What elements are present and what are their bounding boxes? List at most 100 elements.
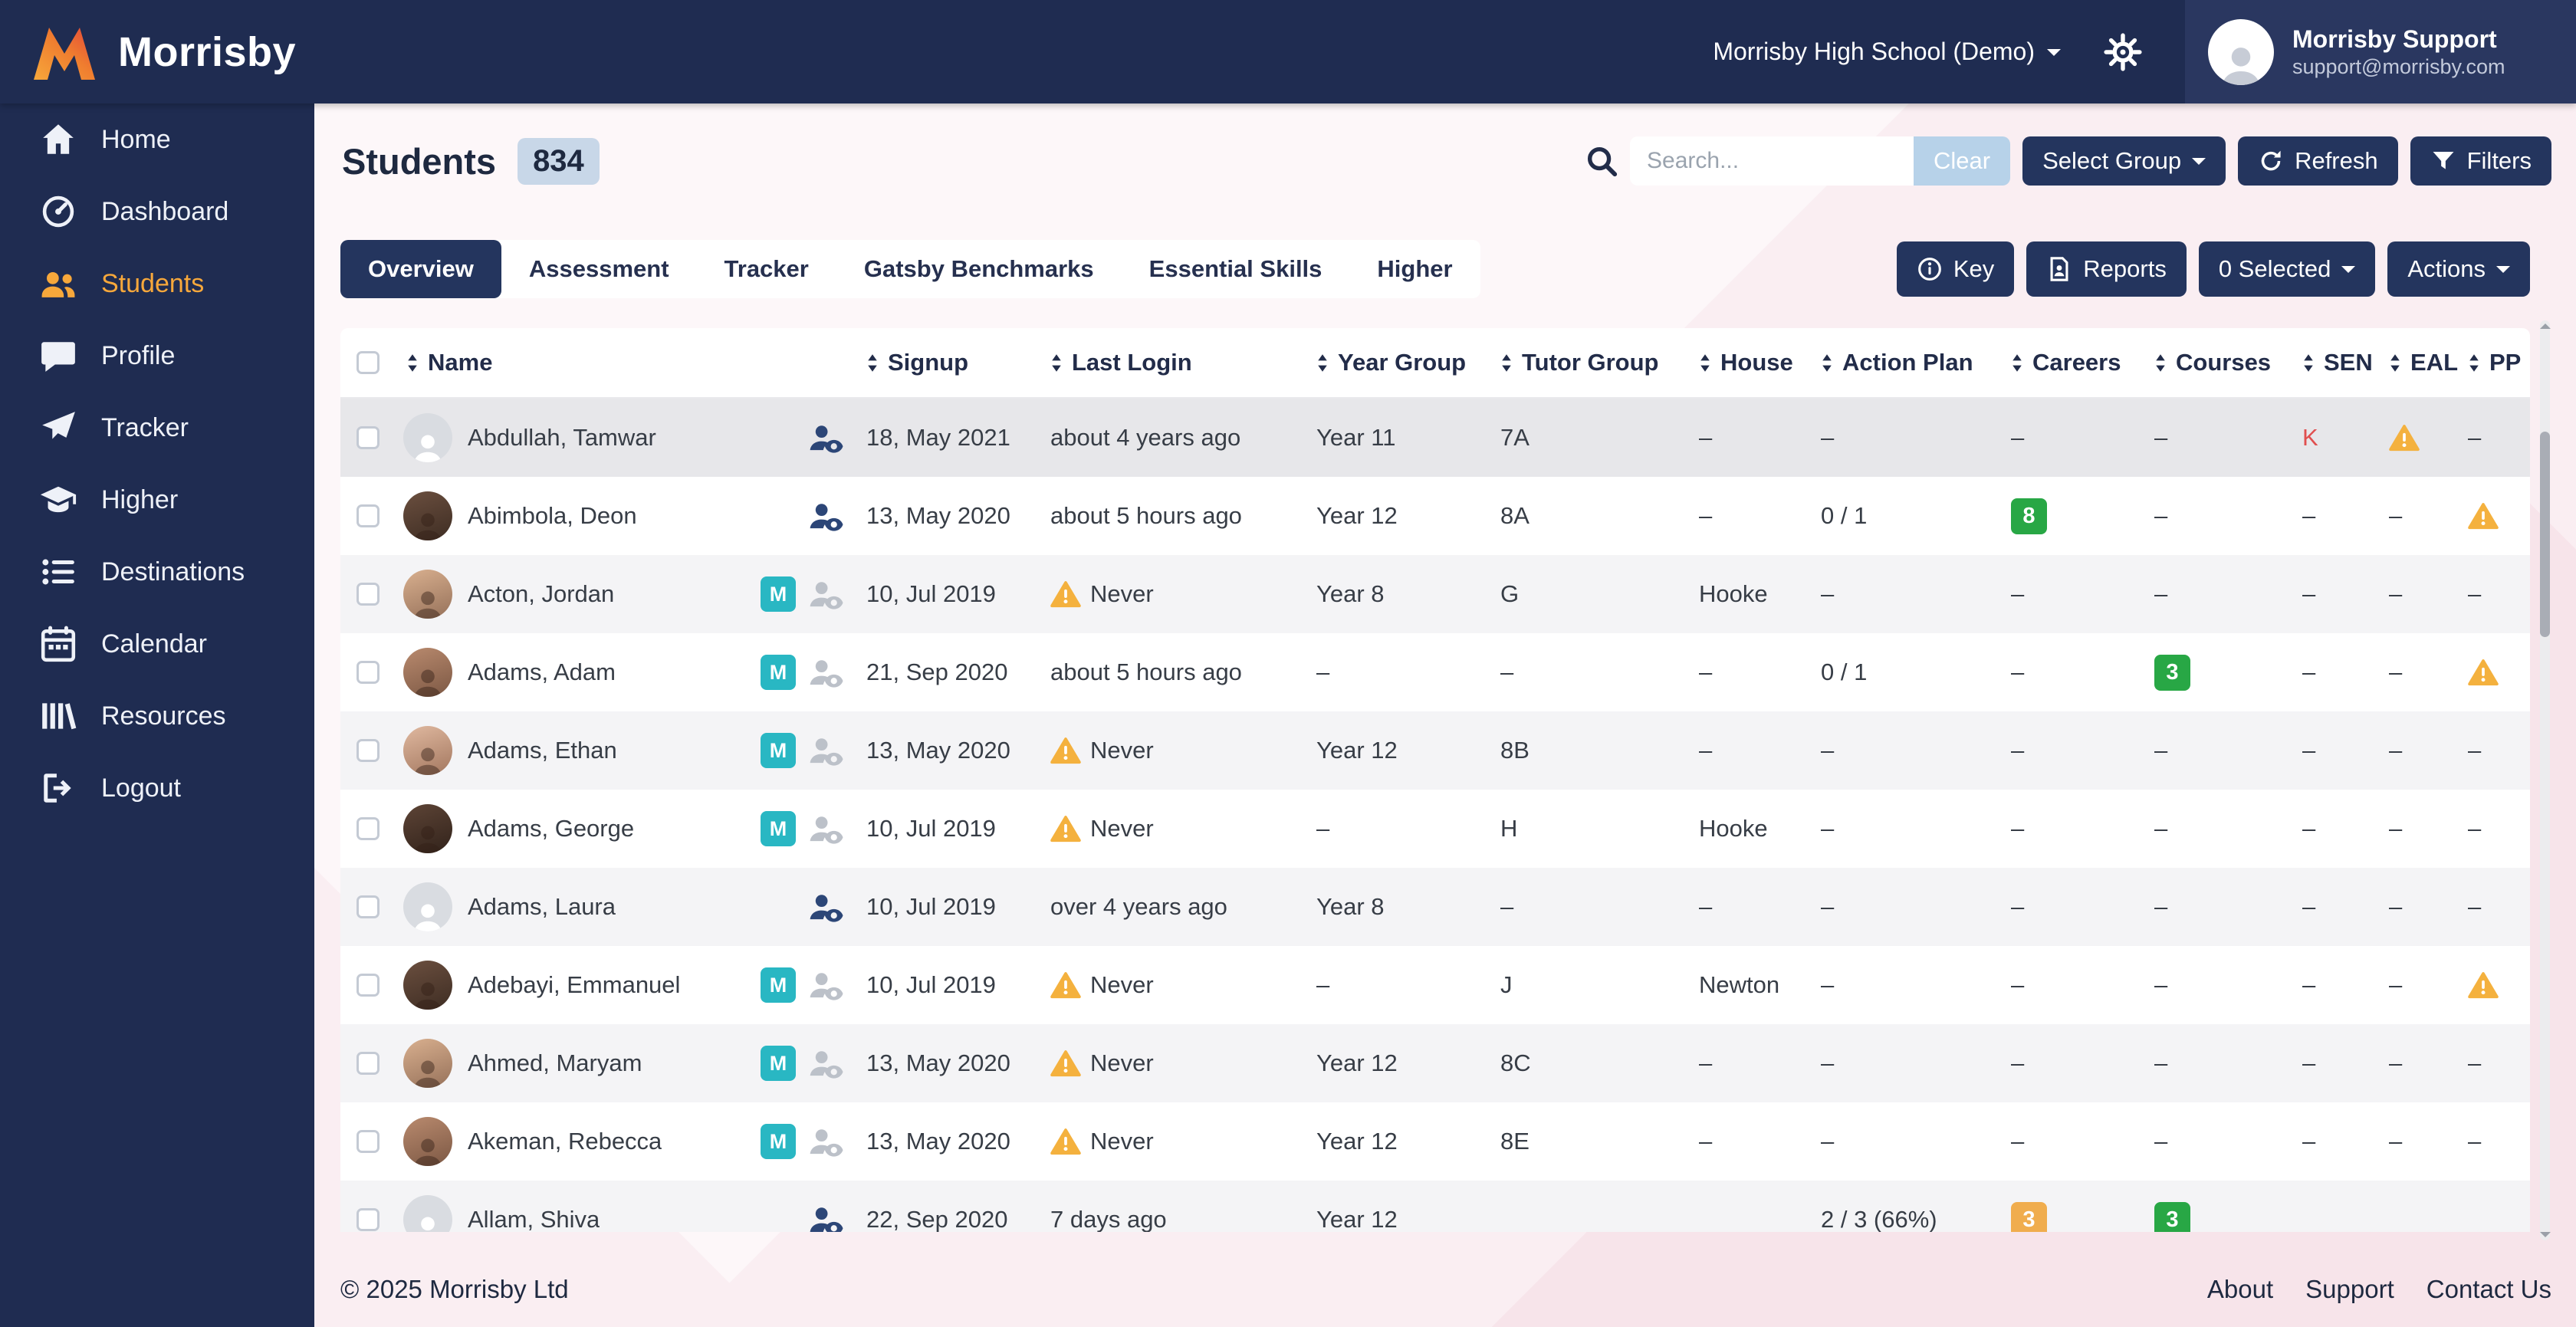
row-checkbox[interactable] <box>356 661 380 684</box>
sort-icon[interactable] <box>866 353 879 373</box>
table-row[interactable]: Acton, Jordan M 10, Jul 2019 Never Year … <box>340 555 2530 633</box>
row-checkbox[interactable] <box>356 974 380 997</box>
column-header-year-group[interactable]: Year Group <box>1306 349 1490 376</box>
column-header-house[interactable]: House <box>1688 349 1810 376</box>
brand-logo[interactable]: Morrisby <box>0 21 314 83</box>
sort-icon[interactable] <box>1050 353 1063 373</box>
table-row[interactable]: Ahmed, Maryam M 13, May 2020 Never Year … <box>340 1024 2530 1102</box>
table-row[interactable]: Abimbola, Deon 13, May 2020 about 5 hour… <box>340 477 2530 555</box>
reports-button[interactable]: Reports <box>2026 241 2187 297</box>
sort-icon[interactable] <box>406 353 419 373</box>
table-row[interactable]: Akeman, Rebecca M 13, May 2020 Never Yea… <box>340 1102 2530 1181</box>
table-row[interactable]: Allam, Shiva 22, Sep 2020 7 days ago Yea… <box>340 1181 2530 1232</box>
table-row[interactable]: Adams, Ethan M 13, May 2020 Never Year 1… <box>340 711 2530 790</box>
sidebar-item-logout[interactable]: Logout <box>0 752 314 824</box>
school-selector[interactable]: Morrisby High School (Demo) <box>1713 38 2061 66</box>
sort-icon[interactable] <box>1699 353 1711 373</box>
sort-icon[interactable] <box>2154 353 2167 373</box>
user-menu[interactable]: Morrisby Support support@morrisby.com <box>2185 0 2576 103</box>
tab-gatsby-benchmarks[interactable]: Gatsby Benchmarks <box>836 240 1122 298</box>
footer-link-support[interactable]: Support <box>2305 1275 2394 1304</box>
sort-icon[interactable] <box>2302 353 2315 373</box>
sidebar-item-higher[interactable]: Higher <box>0 464 314 536</box>
search-input[interactable] <box>1630 136 1914 186</box>
student-name[interactable]: Adams, Adam <box>468 659 616 686</box>
row-checkbox[interactable] <box>356 583 380 606</box>
row-checkbox[interactable] <box>356 426 380 449</box>
table-row[interactable]: Abdullah, Tamwar 18, May 2021 about 4 ye… <box>340 399 2530 477</box>
refresh-button[interactable]: Refresh <box>2238 136 2398 186</box>
tab-assessment[interactable]: Assessment <box>501 240 697 298</box>
sidebar-item-home[interactable]: Home <box>0 103 314 176</box>
column-header-action-plan[interactable]: Action Plan <box>1810 349 2000 376</box>
view-as-student-icon[interactable] <box>807 499 845 533</box>
selected-dropdown[interactable]: 0 Selected <box>2198 241 2376 297</box>
row-checkbox[interactable] <box>356 895 380 918</box>
student-name[interactable]: Abimbola, Deon <box>468 502 637 530</box>
student-name[interactable]: Adams, George <box>468 815 634 843</box>
column-header-tutor-group[interactable]: Tutor Group <box>1490 349 1688 376</box>
column-header-name[interactable]: Name <box>396 349 856 376</box>
column-header-eal[interactable]: EAL <box>2378 349 2458 376</box>
filters-button[interactable]: Filters <box>2410 136 2551 186</box>
column-header-careers[interactable]: Careers <box>2000 349 2144 376</box>
row-checkbox[interactable] <box>356 504 380 527</box>
select-group-button[interactable]: Select Group <box>2022 136 2226 186</box>
column-header-pp[interactable]: PP <box>2457 349 2530 376</box>
sidebar-item-dashboard[interactable]: Dashboard <box>0 176 314 248</box>
tab-essential-skills[interactable]: Essential Skills <box>1122 240 1350 298</box>
student-name[interactable]: Adams, Laura <box>468 893 616 921</box>
row-checkbox[interactable] <box>356 1130 380 1153</box>
student-name[interactable]: Adams, Ethan <box>468 737 617 764</box>
student-name[interactable]: Acton, Jordan <box>468 580 614 608</box>
view-as-student-icon[interactable] <box>807 1203 845 1232</box>
view-as-student-icon[interactable] <box>807 812 845 846</box>
view-as-student-icon[interactable] <box>807 890 845 924</box>
sidebar-item-tracker[interactable]: Tracker <box>0 392 314 464</box>
student-name[interactable]: Allam, Shiva <box>468 1206 600 1232</box>
student-name[interactable]: Ahmed, Maryam <box>468 1049 642 1077</box>
scroll-down-icon[interactable] <box>2539 1232 2551 1237</box>
sidebar-item-profile[interactable]: Profile <box>0 320 314 392</box>
scroll-up-icon[interactable] <box>2539 324 2551 329</box>
footer-link-about[interactable]: About <box>2207 1275 2273 1304</box>
view-as-student-icon[interactable] <box>807 577 845 611</box>
view-as-student-icon[interactable] <box>807 655 845 689</box>
sidebar-item-destinations[interactable]: Destinations <box>0 536 314 608</box>
select-all-checkbox[interactable] <box>356 351 380 374</box>
view-as-student-icon[interactable] <box>807 1125 845 1158</box>
gear-icon[interactable] <box>2104 32 2142 71</box>
footer-link-contact-us[interactable]: Contact Us <box>2426 1275 2551 1304</box>
student-name[interactable]: Abdullah, Tamwar <box>468 424 656 452</box>
actions-dropdown[interactable]: Actions <box>2387 241 2530 297</box>
view-as-student-icon[interactable] <box>807 734 845 767</box>
row-checkbox[interactable] <box>356 1208 380 1231</box>
sort-icon[interactable] <box>2468 353 2480 373</box>
view-as-student-icon[interactable] <box>807 421 845 455</box>
table-row[interactable]: Adams, Adam M 21, Sep 2020 about 5 hours… <box>340 633 2530 711</box>
sort-icon[interactable] <box>2389 353 2401 373</box>
row-checkbox[interactable] <box>356 817 380 840</box>
table-row[interactable]: Adams, George M 10, Jul 2019 Never – H H… <box>340 790 2530 868</box>
student-name[interactable]: Adebayi, Emmanuel <box>468 971 680 999</box>
sort-icon[interactable] <box>2011 353 2023 373</box>
sidebar-item-resources[interactable]: Resources <box>0 680 314 752</box>
tab-higher[interactable]: Higher <box>1349 240 1480 298</box>
column-header-signup[interactable]: Signup <box>856 349 1040 376</box>
view-as-student-icon[interactable] <box>807 968 845 1002</box>
tab-tracker[interactable]: Tracker <box>697 240 836 298</box>
scrollbar-track[interactable] <box>2539 320 2551 1240</box>
column-header-courses[interactable]: Courses <box>2144 349 2292 376</box>
student-name[interactable]: Akeman, Rebecca <box>468 1128 662 1155</box>
sort-icon[interactable] <box>1821 353 1833 373</box>
table-row[interactable]: Adebayi, Emmanuel M 10, Jul 2019 Never –… <box>340 946 2530 1024</box>
table-row[interactable]: Adams, Laura 10, Jul 2019 over 4 years a… <box>340 868 2530 946</box>
view-as-student-icon[interactable] <box>807 1046 845 1080</box>
column-header-sen[interactable]: SEN <box>2292 349 2378 376</box>
sidebar-item-calendar[interactable]: Calendar <box>0 608 314 680</box>
column-header-last-login[interactable]: Last Login <box>1040 349 1306 376</box>
sidebar-item-students[interactable]: Students <box>0 248 314 320</box>
sort-icon[interactable] <box>1500 353 1513 373</box>
key-button[interactable]: Key <box>1896 241 2015 297</box>
tab-overview[interactable]: Overview <box>340 240 501 298</box>
